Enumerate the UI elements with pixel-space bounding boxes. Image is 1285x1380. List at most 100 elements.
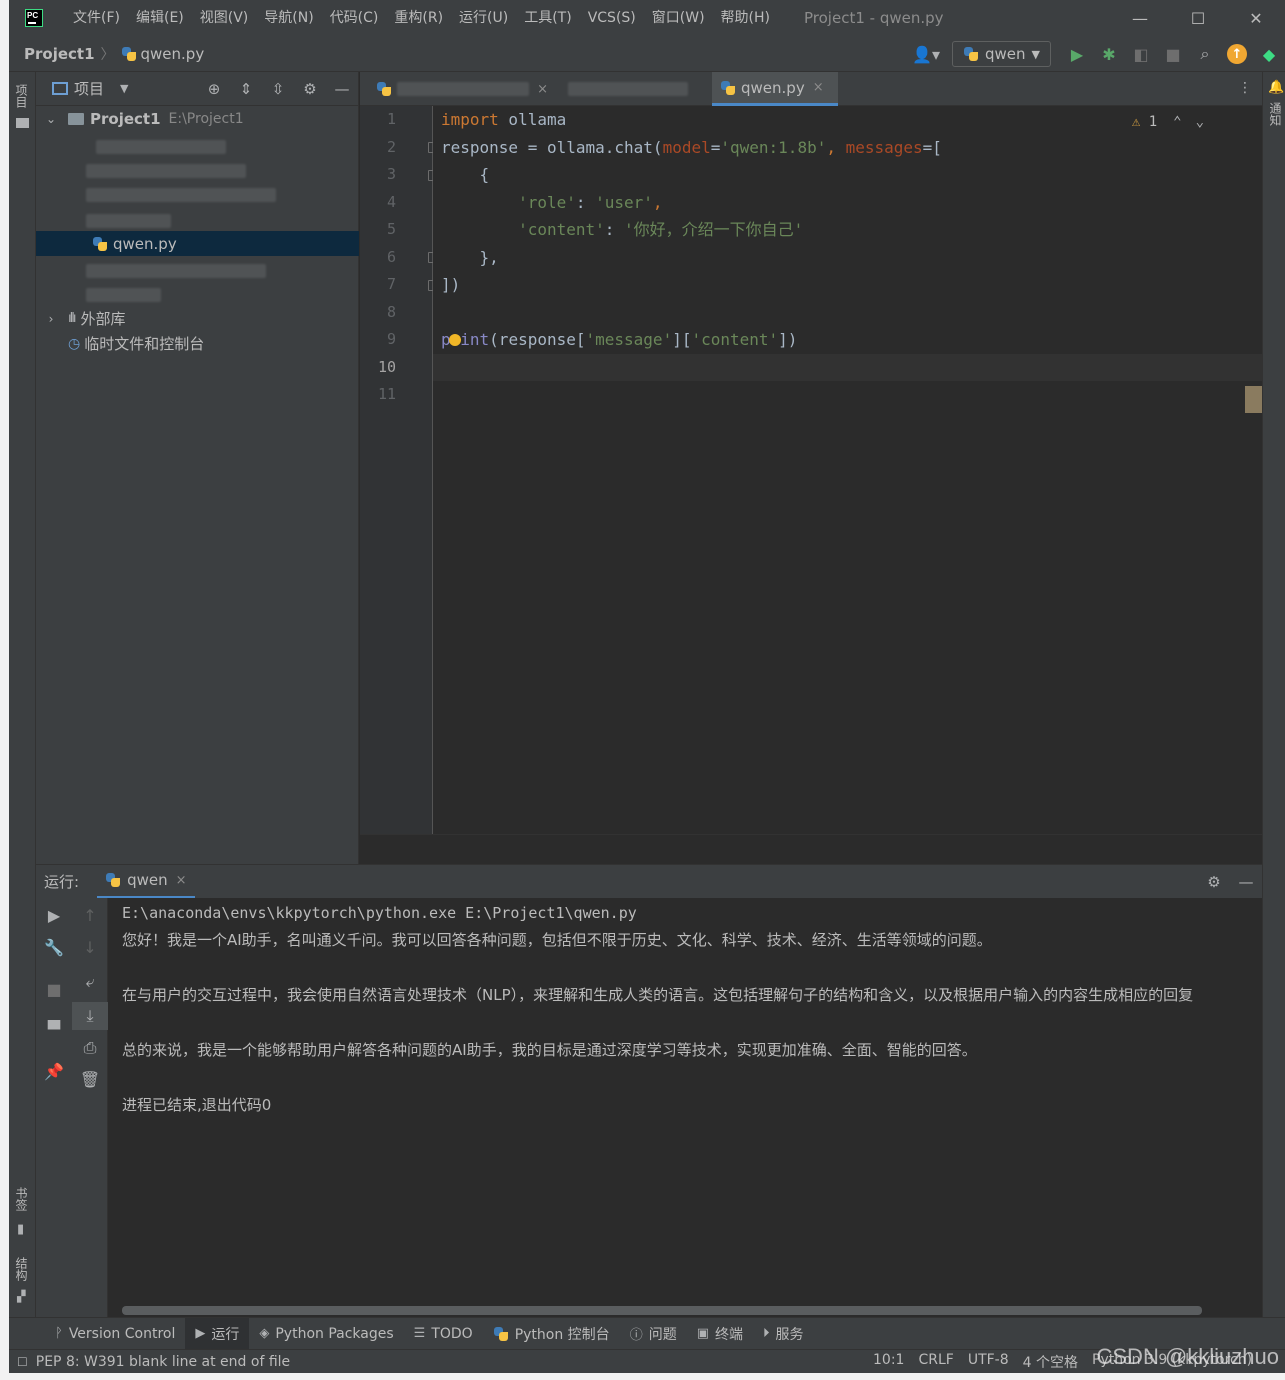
soft-wrap-icon[interactable]: ⤶: [72, 972, 108, 992]
python-icon: [493, 1326, 509, 1342]
menu-navigate[interactable]: 导航(N): [256, 0, 321, 36]
close-tab-icon[interactable]: ×: [537, 82, 548, 97]
gear-icon[interactable]: ⚙: [1198, 873, 1230, 891]
notifications-tool-tab[interactable]: 通知: [1267, 102, 1284, 126]
update-button[interactable]: ↑: [1221, 36, 1253, 72]
breadcrumb-project[interactable]: Project1: [24, 45, 95, 63]
arrow-down-icon[interactable]: ↓: [72, 938, 108, 957]
coverage-icon[interactable]: ◧: [1125, 36, 1157, 72]
editor-tab-redacted[interactable]: ×: [368, 72, 556, 106]
menu-window[interactable]: 窗口(W): [644, 0, 713, 36]
trash-icon[interactable]: 🗑: [72, 1070, 108, 1089]
rerun-icon[interactable]: ▶: [36, 906, 72, 925]
editor-tab-redacted[interactable]: [560, 72, 710, 106]
maximize-button[interactable]: ☐: [1169, 0, 1227, 36]
chevron-up-icon[interactable]: ⌃: [1173, 114, 1181, 130]
menu-view[interactable]: 视图(V): [192, 0, 257, 36]
menu-refactor[interactable]: 重构(R): [386, 0, 451, 36]
project-panel-title[interactable]: 项目: [74, 78, 104, 99]
account-icon[interactable]: 👤▾: [910, 36, 942, 72]
structure-tool-tab[interactable]: 结构: [13, 1257, 30, 1281]
menu-tools[interactable]: 工具(T): [516, 0, 579, 36]
console-output[interactable]: E:\anaconda\envs\kkpytorch\python.exe E:…: [108, 898, 1262, 1317]
python-file-icon: [121, 46, 137, 62]
search-icon[interactable]: ⌕: [1189, 36, 1221, 72]
code-line-7: ]): [441, 275, 461, 294]
tree-item-redacted[interactable]: [36, 258, 359, 283]
stop-icon[interactable]: ■: [36, 980, 72, 999]
gear-icon[interactable]: ⚙: [294, 80, 326, 98]
python-console-button[interactable]: Python 控制台: [483, 1318, 620, 1350]
line-separator[interactable]: CRLF: [911, 1352, 960, 1372]
minimize-button[interactable]: —: [1111, 0, 1169, 36]
bookmarks-tool-tab[interactable]: 书签: [13, 1187, 30, 1211]
run-tab-label: qwen: [127, 871, 168, 889]
stop-icon[interactable]: ■: [1157, 36, 1189, 72]
console-output-line: 总的来说，我是一个能够帮助用户解答各种问题的AI助手，我的目标是通过深度学习等技…: [122, 1041, 977, 1059]
file-encoding[interactable]: UTF-8: [961, 1352, 1016, 1372]
terminal-button[interactable]: ▣ 终端: [687, 1318, 753, 1350]
version-control-button[interactable]: ᚹ Version Control: [45, 1318, 185, 1350]
run-tab[interactable]: qwen ×: [97, 865, 195, 899]
toggle-panels-icon[interactable]: ☐: [17, 1355, 28, 1369]
menu-help[interactable]: 帮助(H): [713, 0, 778, 36]
tree-item-redacted[interactable]: [36, 208, 359, 233]
problems-button[interactable]: ⓘ 问题: [620, 1318, 687, 1350]
wrench-icon[interactable]: 🔧: [36, 938, 72, 957]
chevron-down-icon[interactable]: ▼: [120, 82, 128, 95]
menu-edit[interactable]: 编辑(E): [128, 0, 192, 36]
run-icon[interactable]: ▶: [1061, 36, 1093, 72]
tree-item-redacted[interactable]: [36, 282, 359, 307]
indent-setting[interactable]: 4 个空格: [1016, 1352, 1085, 1372]
inspection-widget[interactable]: ⚠ 1 ⌃ ⌄: [1132, 114, 1204, 130]
tree-item-scratches[interactable]: ◷ 临时文件和控制台: [36, 331, 359, 356]
python-packages-button[interactable]: ◈ Python Packages: [249, 1318, 403, 1350]
console-output-line: 在与用户的交互过程中，我会使用自然语言处理技术（NLP），来理解和生成人类的语言…: [122, 986, 1194, 1004]
arrow-up-icon[interactable]: ↑: [72, 906, 108, 925]
layout-icon[interactable]: ▀: [36, 1020, 72, 1039]
print-icon[interactable]: ⎙: [72, 1038, 108, 1058]
tree-root[interactable]: ⌄ Project1 E:\Project1: [36, 106, 359, 131]
locate-icon[interactable]: ⊕: [198, 80, 230, 98]
expand-all-icon[interactable]: ⇕: [230, 80, 262, 98]
tree-item-redacted[interactable]: [36, 182, 359, 207]
todo-button[interactable]: ☰ TODO: [404, 1318, 483, 1350]
scroll-to-end-icon[interactable]: ⤓: [72, 1002, 108, 1030]
pin-icon[interactable]: 📌: [36, 1062, 72, 1081]
line-number: 1: [386, 110, 396, 128]
breadcrumb-file[interactable]: qwen.py: [141, 45, 205, 63]
run-config-selector[interactable]: qwen ▼: [952, 41, 1051, 67]
more-icon[interactable]: ⋮: [1238, 80, 1252, 96]
line-number: 8: [386, 302, 396, 321]
menu-run[interactable]: 运行(U): [451, 0, 516, 36]
active-tab-label: qwen.py: [741, 78, 805, 97]
menu-vcs[interactable]: VCS(S): [580, 0, 644, 36]
lightbulb-icon[interactable]: [449, 334, 461, 346]
scrollbar-warning-marker[interactable]: [1245, 386, 1262, 413]
hide-icon[interactable]: —: [326, 80, 358, 98]
horizontal-scrollbar[interactable]: [122, 1306, 1202, 1315]
menu-file[interactable]: 文件(F): [65, 0, 128, 36]
plugin-icon[interactable]: ◆: [1253, 36, 1285, 72]
tree-item-external-libs[interactable]: › ıllı 外部库: [36, 306, 359, 331]
caret-position[interactable]: 10:1: [866, 1352, 911, 1372]
chevron-down-icon[interactable]: ⌄: [1196, 114, 1204, 130]
run-tool-button[interactable]: ▶ 运行: [185, 1317, 250, 1350]
collapse-all-icon[interactable]: ⇳: [262, 80, 294, 98]
console-output-line: 您好！我是一个AI助手，名叫通义千问。我可以回答各种问题，包括但不限于历史、文化…: [122, 931, 992, 949]
list-icon: ☰: [413, 1326, 426, 1341]
desktop-edge: [0, 1373, 1285, 1380]
tree-item-selected-file[interactable]: qwen.py: [36, 231, 359, 256]
hide-icon[interactable]: —: [1230, 873, 1262, 891]
editor-tab-active[interactable]: qwen.py ×: [712, 72, 838, 106]
close-window-button[interactable]: ✕: [1227, 0, 1285, 36]
services-button[interactable]: ⏵ 服务: [753, 1318, 814, 1350]
tree-item-redacted[interactable]: [36, 134, 359, 159]
code-editor[interactable]: import ollama response = ollama.chat(mod…: [433, 106, 1262, 834]
close-tab-icon[interactable]: ×: [813, 80, 824, 95]
debug-icon[interactable]: ✱: [1093, 36, 1125, 72]
project-tool-tab[interactable]: 项目: [13, 84, 30, 108]
tree-item-redacted[interactable]: [36, 158, 359, 183]
menu-code[interactable]: 代码(C): [322, 0, 387, 36]
close-tab-icon[interactable]: ×: [176, 873, 187, 888]
